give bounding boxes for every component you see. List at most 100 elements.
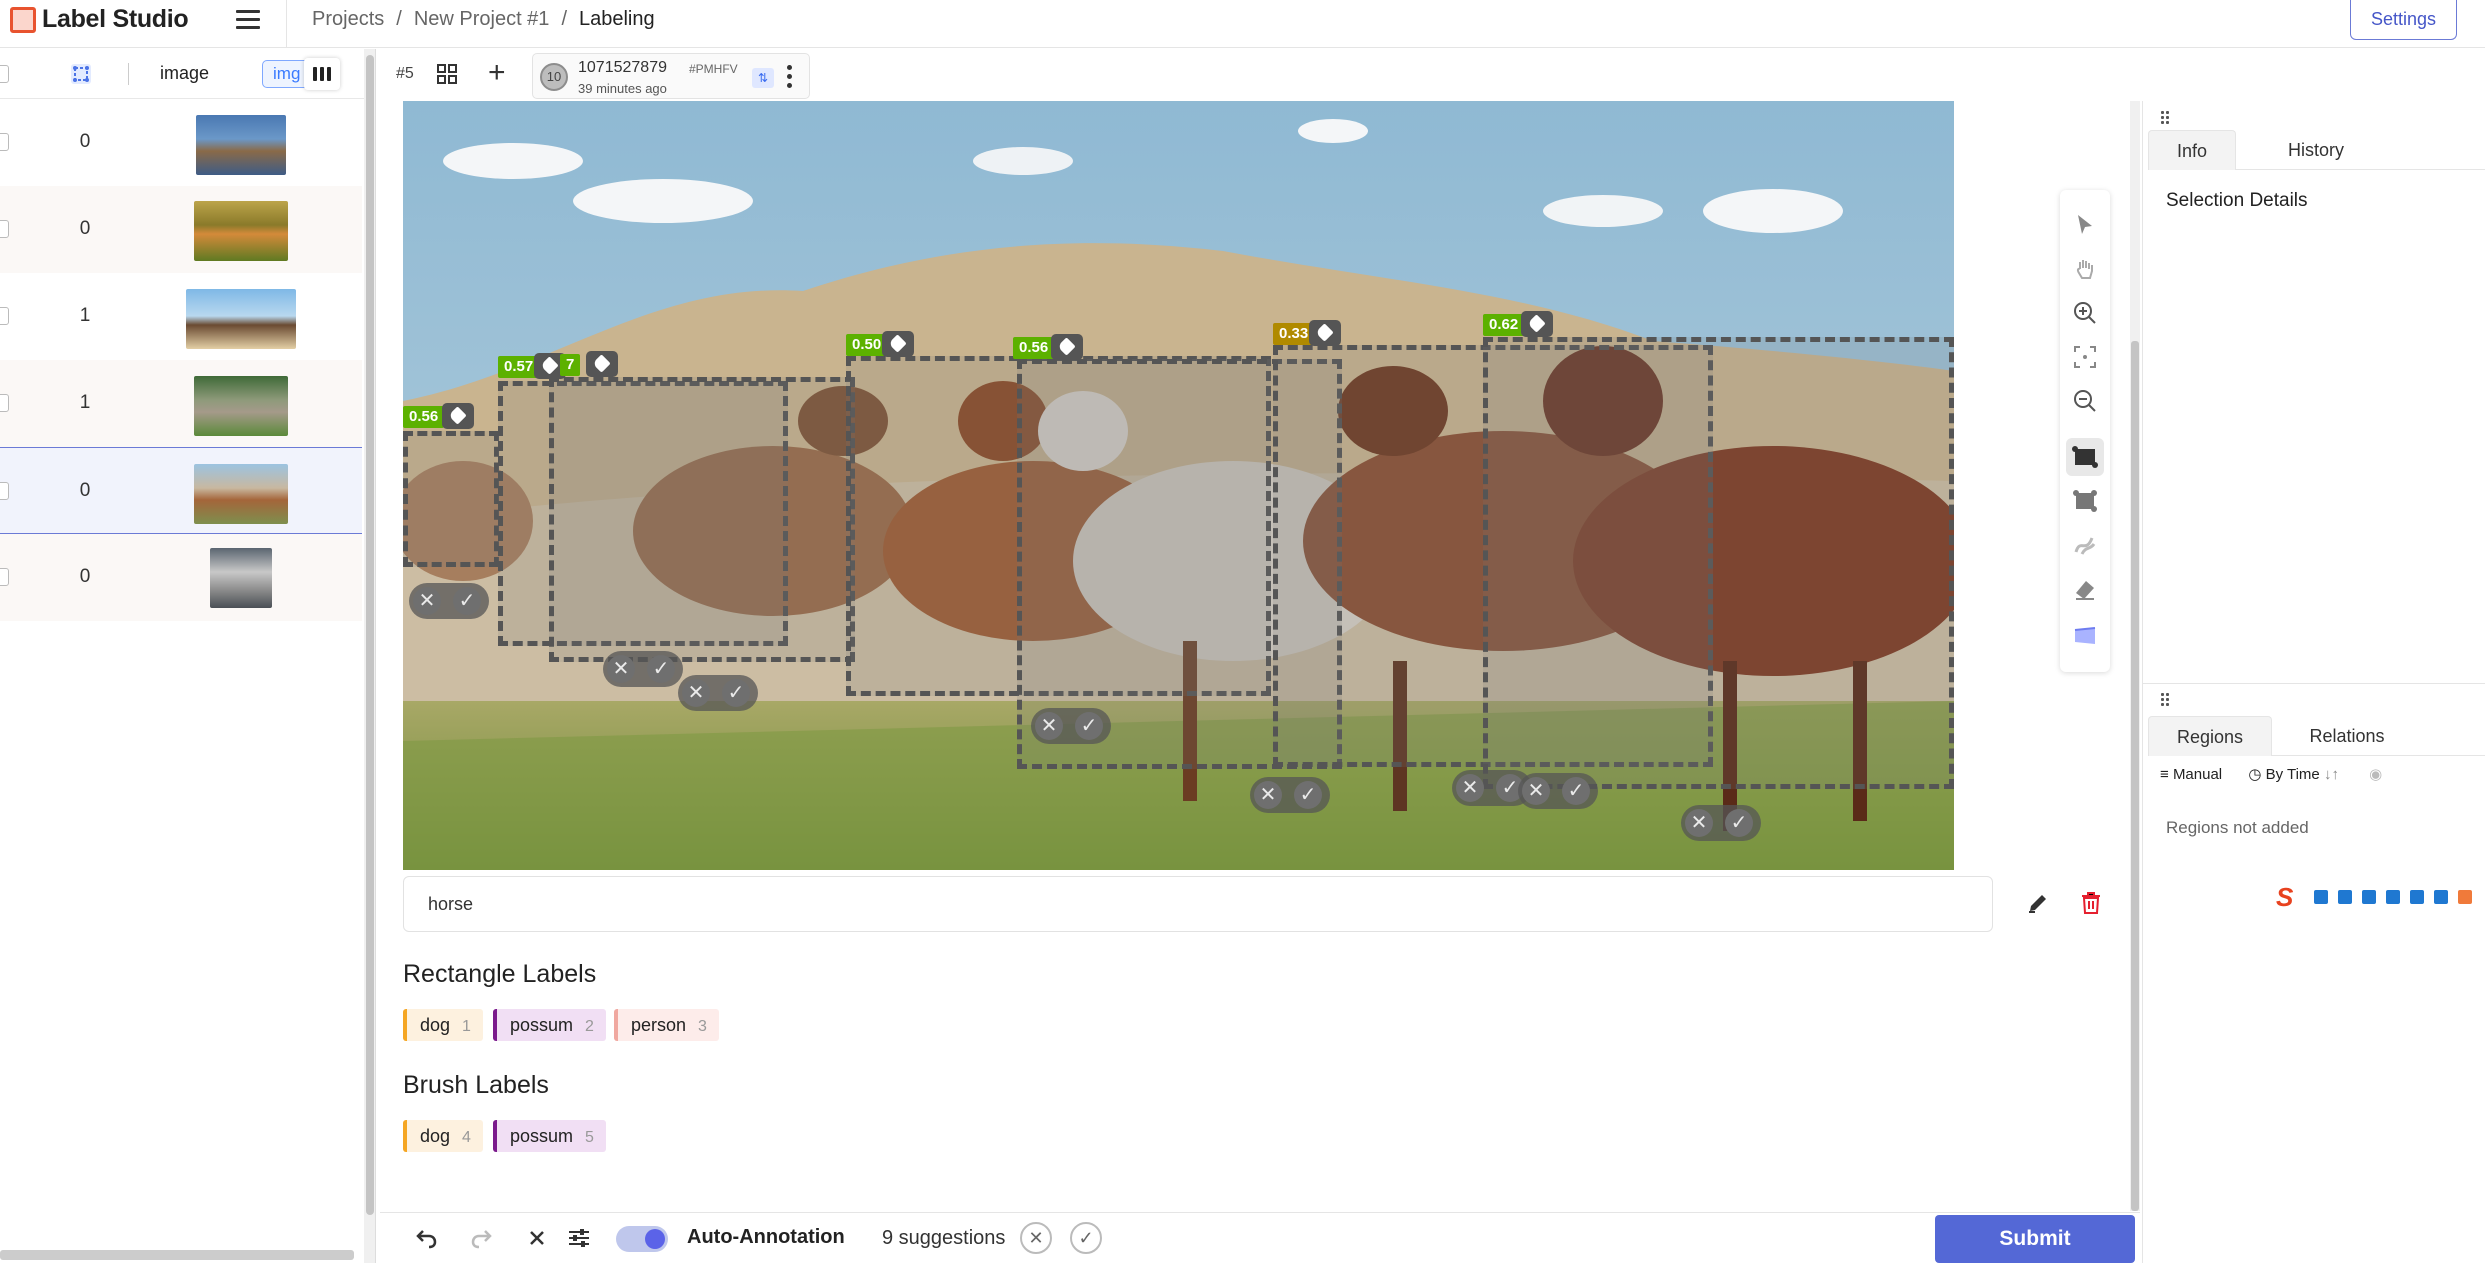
reject-icon[interactable]: ✕: [1685, 809, 1713, 837]
row-checkbox[interactable]: [0, 220, 9, 238]
task-thumbnail: [194, 201, 288, 261]
pan-tool-icon[interactable]: [2072, 256, 2098, 282]
tag-icon[interactable]: [442, 403, 474, 429]
reject-icon[interactable]: ✕: [607, 655, 635, 683]
visibility-icon[interactable]: ◉: [2369, 766, 2382, 783]
label-possum[interactable]: possum 5: [493, 1120, 606, 1152]
zoom-to-fit-icon[interactable]: [2072, 344, 2098, 370]
reset-icon[interactable]: [524, 1225, 550, 1251]
rectangle-3point-tool-icon[interactable]: [2072, 488, 2098, 514]
manual-order[interactable]: Manual: [2173, 766, 2222, 783]
submit-button[interactable]: Submit: [1935, 1215, 2135, 1263]
select-all-checkbox[interactable]: [0, 65, 9, 83]
redo-icon[interactable]: [468, 1225, 494, 1251]
row-checkbox[interactable]: [0, 482, 9, 500]
column-header-image[interactable]: image: [160, 63, 209, 84]
reject-icon[interactable]: ✕: [1035, 712, 1063, 740]
brush-labels-title: Brush Labels: [403, 1071, 549, 1099]
eraser-tool-icon[interactable]: [2072, 576, 2098, 602]
task-row[interactable]: 0: [0, 534, 362, 621]
zoom-out-icon[interactable]: [2072, 388, 2098, 414]
edit-icon[interactable]: [2025, 890, 2051, 916]
task-row[interactable]: 1: [0, 360, 362, 447]
region-text-field[interactable]: horse: [403, 876, 1993, 932]
breadcrumb-projects[interactable]: Projects: [312, 8, 384, 30]
row-checkbox[interactable]: [0, 133, 9, 151]
settings-sliders-icon[interactable]: [566, 1225, 592, 1251]
tag-icon[interactable]: [1309, 320, 1341, 346]
task-list-horizontal-scrollbar[interactable]: [0, 1250, 354, 1260]
task-list-scrollbar[interactable]: [364, 49, 376, 1263]
row-checkbox[interactable]: [0, 307, 9, 325]
tab-info[interactable]: Info: [2148, 130, 2236, 170]
tag-icon[interactable]: [882, 331, 914, 357]
annotations-column-icon[interactable]: [70, 63, 92, 85]
breadcrumb-project[interactable]: New Project #1: [414, 8, 550, 30]
image-canvas[interactable]: 0.56 0.57 7 0.50 0.56 0.33 0.62 ✕ ✓ ✕ ✓ ✕ ✓…: [403, 101, 1954, 870]
accept-icon[interactable]: ✓: [647, 655, 675, 683]
clock-icon: ◷: [2248, 766, 2262, 783]
label-possum[interactable]: possum 2: [493, 1009, 606, 1041]
accept-icon[interactable]: ✓: [722, 679, 750, 707]
annotation-toolbar: #5 + 10 1071527879 #PMHFV 39 minutes ago…: [380, 49, 2370, 101]
tab-relations[interactable]: Relations: [2282, 716, 2412, 756]
hotkey: 1: [462, 1018, 471, 1035]
app-name[interactable]: Label Studio: [42, 5, 189, 34]
accept-all-icon[interactable]: ✓: [1070, 1222, 1102, 1254]
sort-direction-icon[interactable]: ↓↑: [2324, 766, 2339, 783]
manual-order-icon[interactable]: ≡: [2160, 766, 2169, 783]
tag-icon[interactable]: [1521, 311, 1553, 337]
more-options-icon[interactable]: [787, 65, 793, 91]
accept-icon[interactable]: ✓: [1725, 809, 1753, 837]
label-person[interactable]: person 3: [614, 1009, 719, 1041]
accept-icon[interactable]: ✓: [1294, 781, 1322, 809]
task-row[interactable]: 1: [0, 273, 362, 360]
prediction-bbox[interactable]: [1483, 337, 1954, 789]
task-row[interactable]: 0: [0, 186, 362, 273]
grid-view-icon[interactable]: [436, 63, 458, 85]
annotation-card[interactable]: 10 1071527879 #PMHFV 39 minutes ago ⇅: [532, 53, 810, 99]
accept-reject-controls: ✕ ✓: [1250, 777, 1330, 813]
tab-history[interactable]: History: [2262, 130, 2370, 170]
brush-tool-icon[interactable]: [2072, 532, 2098, 558]
accept-icon[interactable]: ✓: [1075, 712, 1103, 740]
divider: [2143, 683, 2485, 684]
tab-regions[interactable]: Regions: [2148, 716, 2272, 756]
prediction-icon[interactable]: ⇅: [752, 68, 774, 88]
reject-icon[interactable]: ✕: [682, 679, 710, 707]
sort-by-time[interactable]: By Time: [2266, 766, 2320, 783]
drag-handle-icon[interactable]: [2160, 110, 2170, 124]
accept-reject-controls: ✕ ✓: [1681, 805, 1761, 841]
annotation-hash: #PMHFV: [689, 62, 738, 76]
selection-tool-icon[interactable]: [2072, 212, 2098, 238]
reject-icon[interactable]: ✕: [413, 587, 441, 615]
row-checkbox[interactable]: [0, 568, 9, 586]
tag-icon[interactable]: [586, 351, 618, 377]
drag-handle-icon[interactable]: [2160, 692, 2170, 706]
label-dog[interactable]: dog 1: [403, 1009, 483, 1041]
prediction-bbox[interactable]: [549, 377, 855, 662]
reject-icon[interactable]: ✕: [1456, 774, 1484, 802]
magic-wand-tool-icon[interactable]: [2072, 622, 2098, 648]
accept-icon[interactable]: ✓: [453, 587, 481, 615]
columns-icon[interactable]: [304, 58, 340, 90]
menu-icon[interactable]: [236, 10, 260, 30]
add-annotation-icon[interactable]: +: [488, 58, 506, 88]
row-checkbox[interactable]: [0, 394, 9, 412]
label-dog[interactable]: dog 4: [403, 1120, 483, 1152]
accept-icon[interactable]: ✓: [1562, 777, 1590, 805]
reject-icon[interactable]: ✕: [1254, 781, 1282, 809]
rectangle-tool-icon[interactable]: [2066, 438, 2104, 476]
reject-all-icon[interactable]: ✕: [1020, 1222, 1052, 1254]
task-row[interactable]: 0: [0, 99, 362, 186]
settings-button[interactable]: Settings: [2350, 0, 2457, 40]
reject-icon[interactable]: ✕: [1522, 777, 1550, 805]
tag-icon[interactable]: [1051, 334, 1083, 360]
zoom-in-icon[interactable]: [2072, 300, 2098, 326]
prediction-bbox[interactable]: [403, 431, 499, 567]
task-row-selected[interactable]: 0: [0, 447, 362, 534]
auto-annotation-toggle[interactable]: [616, 1226, 668, 1252]
undo-icon[interactable]: [414, 1225, 440, 1251]
delete-icon[interactable]: [2078, 890, 2104, 916]
main-scrollbar[interactable]: [2130, 101, 2140, 1211]
